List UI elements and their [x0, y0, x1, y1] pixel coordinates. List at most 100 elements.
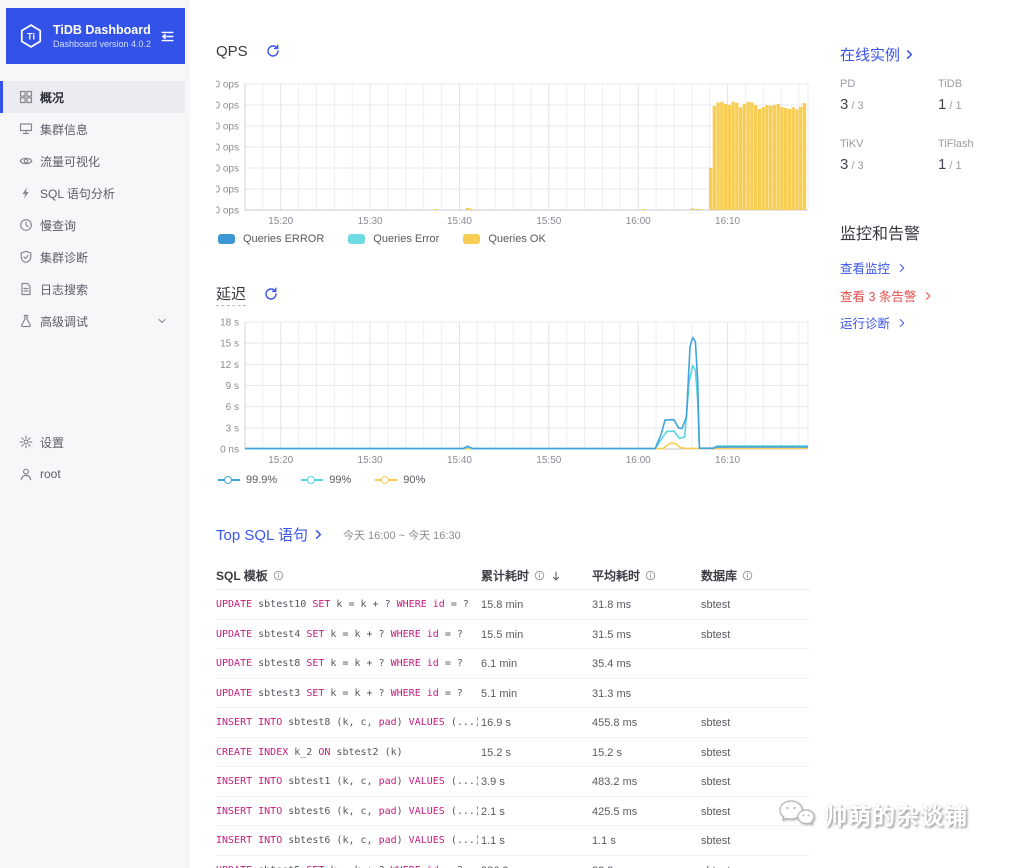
refresh-icon[interactable]	[266, 44, 280, 58]
legend-line-marker	[218, 475, 240, 485]
column-header[interactable]: 累计耗时	[481, 567, 562, 584]
avg-time-value: 35.4 ms	[592, 658, 632, 670]
cluster-icon	[19, 123, 33, 135]
instance-count: 1 / 1	[938, 96, 962, 113]
info-icon	[273, 570, 284, 581]
gear-icon	[19, 435, 33, 449]
legend-item[interactable]: 90%	[375, 474, 425, 486]
sql-row[interactable]: INSERT INTO sbtest1 (k, c, pad) VALUES (…	[216, 767, 810, 797]
sidebar-item[interactable]: 集群信息	[0, 113, 185, 145]
monitor-link-label: 查看监控	[840, 262, 891, 276]
sidebar-item[interactable]: SQL 语句分析	[0, 177, 185, 209]
sql-row[interactable]: UPDATE sbtest10 SET k = k + ? WHERE id =…	[216, 590, 810, 620]
sql-template-cell: UPDATE sbtest5 SET k = k + ? WHERE id = …	[216, 865, 478, 868]
sidebar-item[interactable]: 日志搜索	[0, 273, 185, 305]
legend-swatch	[218, 234, 235, 244]
monitor-link[interactable]: 查看监控	[840, 258, 908, 277]
svg-text:9 s: 9 s	[226, 381, 239, 392]
document-icon	[21, 282, 31, 296]
svg-text:15:40: 15:40	[447, 216, 472, 227]
sidebar-item-label: SQL 语句分析	[40, 186, 115, 201]
app-header: Ti TiDB Dashboard Dashboard version 4.0.…	[6, 8, 185, 64]
main-content: QPS 0 ops 100 ops 200 ops 300 ops 400 ops 500…	[216, 0, 810, 868]
tidb-dashboard-page: Ti TiDB Dashboard Dashboard version 4.0.…	[0, 0, 1010, 868]
sidebar-item-label: 设置	[40, 435, 65, 450]
chevron-right-icon	[899, 263, 905, 272]
legend-swatch	[348, 234, 366, 244]
sidebar-item[interactable]: 集群诊断	[0, 241, 185, 273]
sql-row[interactable]: CREATE INDEX k_2 ON sbtest2 (k) 15.2 s 15.…	[216, 738, 810, 767]
sidebar-item[interactable]: 流量可视化	[0, 145, 185, 177]
sql-row[interactable]: UPDATE sbtest5 SET k = k + ? WHERE id = …	[216, 856, 810, 868]
database-cell: sbtest	[701, 865, 730, 868]
svg-text:15:20: 15:20	[268, 455, 293, 466]
monitor-link[interactable]: 查看 3 条告警	[840, 286, 934, 305]
qps-title: QPS	[216, 42, 248, 60]
instances-title: 在线实例	[840, 47, 901, 64]
avg-time-value: 15.2 s	[592, 746, 622, 759]
legend-item[interactable]: 99.9%	[218, 474, 277, 486]
shield-icon	[20, 250, 32, 264]
svg-text:15:50: 15:50	[536, 455, 561, 466]
legend-item[interactable]: Queries ERROR	[218, 233, 324, 245]
sidebar-item[interactable]: root	[0, 458, 185, 490]
legend-item[interactable]: Queries OK	[463, 233, 546, 245]
sql-template-cell: UPDATE sbtest3 SET k = k + ? WHERE id = …	[216, 687, 463, 699]
database-cell: sbtest	[701, 628, 731, 641]
avg-time-value: 31.8 ms	[592, 599, 632, 611]
sql-row[interactable]: INSERT INTO sbtest8 (k, c, pad) VALUES (…	[216, 708, 810, 738]
sql-row[interactable]: UPDATE sbtest8 SET k = k + ? WHERE id = …	[216, 649, 810, 679]
database-cell: sbtest	[701, 776, 731, 788]
instance-count: 3 / 3	[840, 156, 864, 173]
refresh-icon[interactable]	[264, 287, 278, 301]
sql-row[interactable]: UPDATE sbtest4 SET k = k + ? WHERE id = …	[216, 620, 810, 649]
sort-desc-icon	[552, 571, 560, 580]
qps-legend: Queries ERROR Queries Error Queries OK	[218, 233, 546, 245]
legend-label: Queries OK	[488, 233, 546, 245]
flask-icon	[20, 314, 32, 328]
column-header[interactable]: SQL 模板	[216, 567, 284, 584]
right-panel: 在线实例 PD 3 / 3 TiDB 1 / 1 TiKV 3 / 3 TiFlash 1 /…	[840, 0, 1010, 868]
sidebar-item[interactable]: 慢查询	[0, 209, 185, 241]
legend-item[interactable]: Queries Error	[348, 233, 439, 245]
tidb-logo-icon: Ti	[20, 24, 42, 48]
column-header[interactable]: 平均耗时	[592, 567, 656, 584]
clock-icon	[20, 219, 32, 231]
sql-row[interactable]: INSERT INTO sbtest6 (k, c, pad) VALUES (…	[216, 826, 810, 856]
sidebar-item[interactable]: 高级调试	[0, 305, 185, 337]
instance-count: 3 / 3	[840, 96, 864, 113]
collapse-sidebar-icon[interactable]	[160, 29, 175, 44]
legend-label: Queries ERROR	[243, 233, 325, 245]
avg-time-value: 483.2 ms	[592, 776, 638, 788]
legend-item[interactable]: 99%	[301, 474, 351, 486]
eye-icon	[19, 157, 33, 165]
sidebar-item[interactable]: 概况	[0, 81, 185, 113]
column-header[interactable]: 数据库	[701, 567, 753, 584]
monitor-link-label: 查看 3 条告警	[840, 290, 917, 304]
instances-title-link[interactable]: 在线实例	[840, 44, 916, 65]
sidebar-item-label: 集群信息	[40, 122, 89, 137]
svg-text:500 ops: 500 ops	[216, 101, 239, 112]
chevron-right-icon[interactable]	[312, 528, 325, 541]
monitor-link[interactable]: 运行诊断	[840, 313, 908, 332]
total-time-value: 1.1 s	[481, 835, 505, 847]
info-icon	[742, 570, 753, 581]
topsql-table: SQL 模板 累计耗时 平均耗时 数据库 UPDATE sbtest10 SET k …	[216, 562, 810, 868]
topsql-title-link[interactable]: Top SQL 语句	[216, 524, 308, 545]
total-time-value: 16.9 s	[481, 717, 511, 729]
svg-text:3 s: 3 s	[226, 423, 239, 434]
monitor-alerts-title: 监控和告警	[840, 226, 921, 243]
instance-count: 1 / 1	[938, 156, 962, 173]
database-cell: sbtest	[701, 599, 731, 611]
avg-time-value: 31.5 ms	[592, 628, 632, 641]
svg-text:6 s: 6 s	[226, 402, 239, 413]
topsql-time-range: 今天 16:00 ~ 今天 16:30	[342, 529, 461, 542]
database-cell: sbtest	[701, 805, 731, 818]
instance-label: PD	[840, 78, 856, 90]
sql-row[interactable]: INSERT INTO sbtest6 (k, c, pad) VALUES (…	[216, 797, 810, 826]
total-time-value: 986.3 ms	[481, 865, 526, 868]
total-time-value: 5.1 min	[481, 687, 518, 700]
sidebar-item[interactable]: 设置	[0, 426, 185, 458]
sidebar-item-label: 流量可视化	[40, 154, 101, 169]
sql-row[interactable]: UPDATE sbtest3 SET k = k + ? WHERE id = …	[216, 679, 810, 708]
